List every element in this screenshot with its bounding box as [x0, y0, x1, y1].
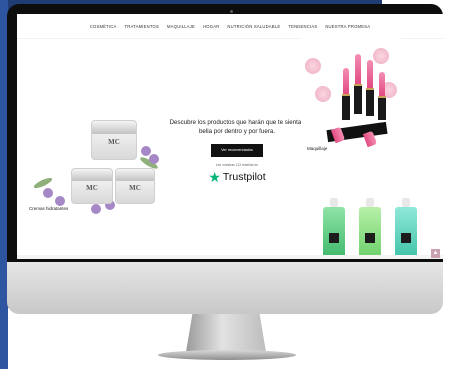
cream-jar: MC	[115, 168, 155, 204]
flower-decoration	[305, 58, 321, 74]
bottle	[359, 198, 381, 259]
camera-icon	[230, 10, 233, 13]
lavender-decoration	[91, 204, 101, 214]
trustpilot-logo[interactable]: ★ Trustpilot	[167, 170, 307, 184]
moisturizer-caption[interactable]: Cremas hidratantes	[29, 206, 68, 211]
lavender-decoration	[149, 154, 159, 164]
nav-item-tendencias[interactable]: TENDENCIAS	[288, 24, 317, 29]
nav-item-maquillaje[interactable]: MAQUILLAJE	[167, 24, 195, 29]
makeup-caption[interactable]: Maquillaje	[307, 146, 327, 151]
nav-item-hogar[interactable]: HOGAR	[203, 24, 219, 29]
cream-jar: MC	[91, 120, 137, 160]
trustpilot-star-icon: ★	[208, 169, 221, 185]
trustpilot-label: Trustpilot	[222, 171, 266, 183]
lipstick-case	[354, 84, 362, 114]
apple-logo-icon	[210, 276, 240, 302]
bottle	[323, 198, 345, 259]
lipstick	[379, 72, 385, 96]
lipstick	[343, 68, 349, 94]
lavender-decoration	[43, 188, 53, 198]
nav-item-nutricion[interactable]: NUTRICIÓN SALUDABLE	[227, 24, 280, 29]
bottles-tile[interactable]	[317, 196, 427, 259]
monitor-stand-base	[158, 350, 296, 360]
jar-logo: MC	[86, 183, 98, 192]
makeup-tile[interactable]: Maquillaje	[301, 38, 401, 156]
hero-headline: Descubre los productos que harán que te …	[169, 119, 305, 135]
monitor-stand	[186, 314, 266, 352]
nav-item-promesa[interactable]: NUESTRA PROMESA	[325, 24, 370, 29]
scroll-top-icon[interactable]: ▲	[431, 249, 440, 258]
lavender-decoration	[55, 196, 65, 206]
bottle	[395, 198, 417, 259]
moisturizer-tile[interactable]: MC MC MC	[21, 76, 171, 236]
lipstick	[367, 60, 373, 88]
nav-item-cosmetica[interactable]: COSMÉTICA	[90, 24, 117, 29]
flower-decoration	[373, 48, 389, 64]
lipstick-case	[342, 94, 350, 120]
jar-logo: MC	[129, 183, 141, 192]
reviews-text: Lee nuestras 113 reseñas en	[215, 163, 259, 167]
lipstick-case	[366, 88, 374, 116]
nav-item-tratamientos[interactable]: TRATAMIENTOS	[124, 24, 159, 29]
hero-content: Descubre los productos que harán que te …	[167, 119, 307, 184]
lipstick-case	[378, 96, 386, 120]
flower-decoration	[315, 86, 331, 102]
lavender-decoration	[141, 146, 151, 156]
see-recommended-button[interactable]: Ver recomendados	[211, 144, 263, 157]
next-section-strip	[17, 255, 443, 259]
lipstick	[355, 54, 361, 84]
cream-jar: MC	[71, 168, 113, 204]
website-screen: COSMÉTICA TRATAMIENTOS MAQUILLAJE HOGAR …	[17, 14, 443, 259]
jar-logo: MC	[108, 137, 120, 146]
main-navigation: COSMÉTICA TRATAMIENTOS MAQUILLAJE HOGAR …	[17, 14, 443, 39]
